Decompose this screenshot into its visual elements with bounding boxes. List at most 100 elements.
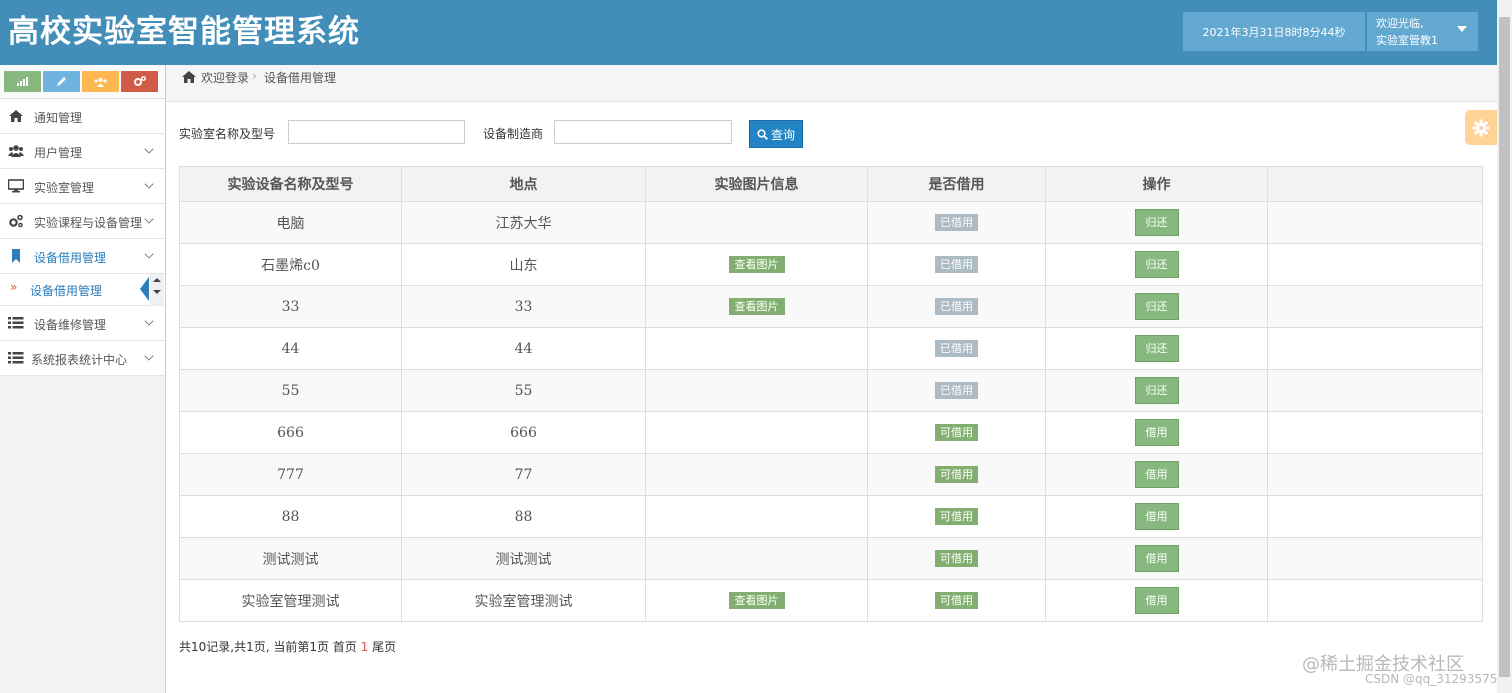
scroll-down-icon[interactable]	[153, 290, 161, 294]
column-header: 实验设备名称及型号	[179, 166, 402, 202]
list-icon	[8, 317, 24, 329]
scroll-up-icon[interactable]	[153, 278, 161, 282]
return-button[interactable]: 归还	[1134, 335, 1179, 362]
table-row: 44 44 已借用 归还	[179, 327, 1483, 370]
cell-empty	[1267, 579, 1483, 622]
search-button[interactable]: 查询	[749, 120, 803, 148]
status-badge: 已借用	[935, 214, 978, 231]
borrow-button[interactable]: 借用	[1134, 503, 1179, 530]
cell-action: 借用	[1045, 495, 1268, 538]
column-header: 是否借用	[867, 166, 1046, 202]
cogs-icon	[9, 214, 23, 228]
shortcut-settings-button[interactable]	[121, 71, 158, 92]
pagination: 共10记录,共1页, 当前第1页 首页 1 尾页	[179, 638, 396, 655]
cell-name: 55	[179, 369, 402, 412]
borrow-button[interactable]: 借用	[1134, 587, 1179, 614]
sidebar-item-users[interactable]: 用户管理	[0, 134, 165, 169]
users-icon	[8, 145, 24, 157]
cell-name: 44	[179, 327, 402, 370]
borrow-button[interactable]: 借用	[1134, 419, 1179, 446]
borrow-button[interactable]: 借用	[1134, 545, 1179, 572]
top-navbar: 高校实验室智能管理系统 2021年3月31日8时8分44秒 欢迎光临, 实验室管…	[0, 0, 1497, 65]
cell-place: 88	[401, 495, 646, 538]
sidebar-item-label: 通知管理	[34, 111, 83, 125]
page-scrollbar[interactable]	[1497, 0, 1512, 693]
cell-action: 借用	[1045, 411, 1268, 454]
maker-filter-label: 设备制造商	[483, 127, 544, 141]
return-button[interactable]: 归还	[1134, 251, 1179, 278]
cell-name: 777	[179, 453, 402, 496]
table-row: 33 33 查看图片 已借用 归还	[179, 285, 1483, 328]
equipment-table: 实验设备名称及型号 地点 实验图片信息 是否借用 操作 电脑 江苏大华 已借用 归还石…	[179, 166, 1483, 622]
return-button[interactable]: 归还	[1134, 377, 1179, 404]
settings-button[interactable]	[1465, 110, 1497, 145]
borrow-button[interactable]: 借用	[1134, 461, 1179, 488]
submenu-scrollbar[interactable]	[150, 274, 164, 306]
sidebar-item-label: 用户管理	[34, 146, 83, 160]
view-image-button[interactable]: 查看图片	[728, 592, 785, 609]
sidebar-item-borrow[interactable]: 设备借用管理	[0, 239, 165, 274]
table-row: 电脑 江苏大华 已借用 归还	[179, 201, 1483, 244]
shortcut-edit-button[interactable]	[43, 71, 80, 92]
shortcut-users-button[interactable]	[82, 71, 119, 92]
cell-status: 已借用	[867, 243, 1046, 286]
chevron-down-icon	[144, 249, 154, 259]
view-image-button[interactable]: 查看图片	[728, 298, 785, 315]
return-button[interactable]: 归还	[1134, 209, 1179, 236]
bookmark-icon	[12, 249, 20, 263]
shortcut-stats-button[interactable]	[4, 71, 41, 92]
list-icon	[8, 352, 24, 364]
page-link-current[interactable]: 1	[361, 640, 369, 654]
cogs-icon	[133, 76, 146, 86]
chevron-down-icon	[144, 144, 154, 154]
cell-place: 33	[401, 285, 646, 328]
table-row: 石墨烯c0 山东 查看图片 已借用 归还	[179, 243, 1483, 286]
cell-name: 电脑	[179, 201, 402, 244]
breadcrumb-home-link[interactable]: 欢迎登录	[201, 69, 249, 86]
cell-action: 借用	[1045, 579, 1268, 622]
chevron-down-icon	[144, 316, 154, 326]
return-button[interactable]: 归还	[1134, 293, 1179, 320]
column-header: 操作	[1045, 166, 1268, 202]
sidebar-item-reports[interactable]: 系统报表统计中心	[0, 341, 165, 376]
cell-place: 77	[401, 453, 646, 496]
sidebar-item-repair[interactable]: 设备维修管理	[0, 306, 165, 341]
cell-status: 已借用	[867, 201, 1046, 244]
cell-action: 归还	[1045, 327, 1268, 370]
cell-status: 可借用	[867, 537, 1046, 580]
breadcrumb: 欢迎登录 › 设备借用管理	[166, 65, 1497, 102]
table-body: 电脑 江苏大华 已借用 归还 石墨烯c0 山东 查看图片 已借用 归还 33 33 查看图片 已借用 归还…	[179, 201, 1483, 622]
table-row: 测试测试 测试测试 可借用 借用	[179, 537, 1483, 580]
pagination-summary: 共10记录,共1页, 当前第1页 首页	[179, 640, 357, 654]
sidebar: 通知管理 用户管理 实验室管理 实验课程与设备管理 设备借用管理 » 设备借用管…	[0, 65, 166, 693]
home-icon	[182, 71, 196, 83]
cell-place: 44	[401, 327, 646, 370]
sidebar-subitem-borrow[interactable]: » 设备借用管理	[0, 274, 165, 306]
cell-empty	[1267, 285, 1483, 328]
cell-pic	[645, 495, 868, 538]
sidebar-item-lab[interactable]: 实验室管理	[0, 169, 165, 204]
user-menu[interactable]: 欢迎光临, 实验室管教1	[1367, 12, 1478, 51]
sidebar-item-label: 系统报表统计中心	[31, 353, 128, 367]
table-row: 实验室管理测试 实验室管理测试 查看图片 可借用 借用	[179, 579, 1483, 622]
double-angle-right-icon: »	[10, 280, 18, 294]
view-image-button[interactable]: 查看图片	[728, 256, 785, 273]
maker-filter-input[interactable]	[554, 120, 732, 144]
pencil-icon	[57, 77, 66, 86]
column-header	[1267, 166, 1483, 202]
chevron-down-icon	[144, 214, 154, 224]
page-link-last[interactable]: 尾页	[372, 640, 396, 654]
status-badge: 已借用	[935, 382, 978, 399]
table-row: 666 666 可借用 借用	[179, 411, 1483, 454]
cell-empty	[1267, 327, 1483, 370]
scrollbar-thumb[interactable]	[1499, 17, 1510, 677]
cell-action: 归还	[1045, 285, 1268, 328]
cell-empty	[1267, 243, 1483, 286]
datetime-display: 2021年3月31日8时8分44秒	[1183, 12, 1365, 51]
cell-place: 测试测试	[401, 537, 646, 580]
sidebar-item-course-equipment[interactable]: 实验课程与设备管理	[0, 204, 165, 239]
column-header: 地点	[401, 166, 646, 202]
sidebar-item-notice[interactable]: 通知管理	[0, 99, 165, 134]
name-filter-input[interactable]	[288, 120, 465, 144]
cell-empty	[1267, 453, 1483, 496]
